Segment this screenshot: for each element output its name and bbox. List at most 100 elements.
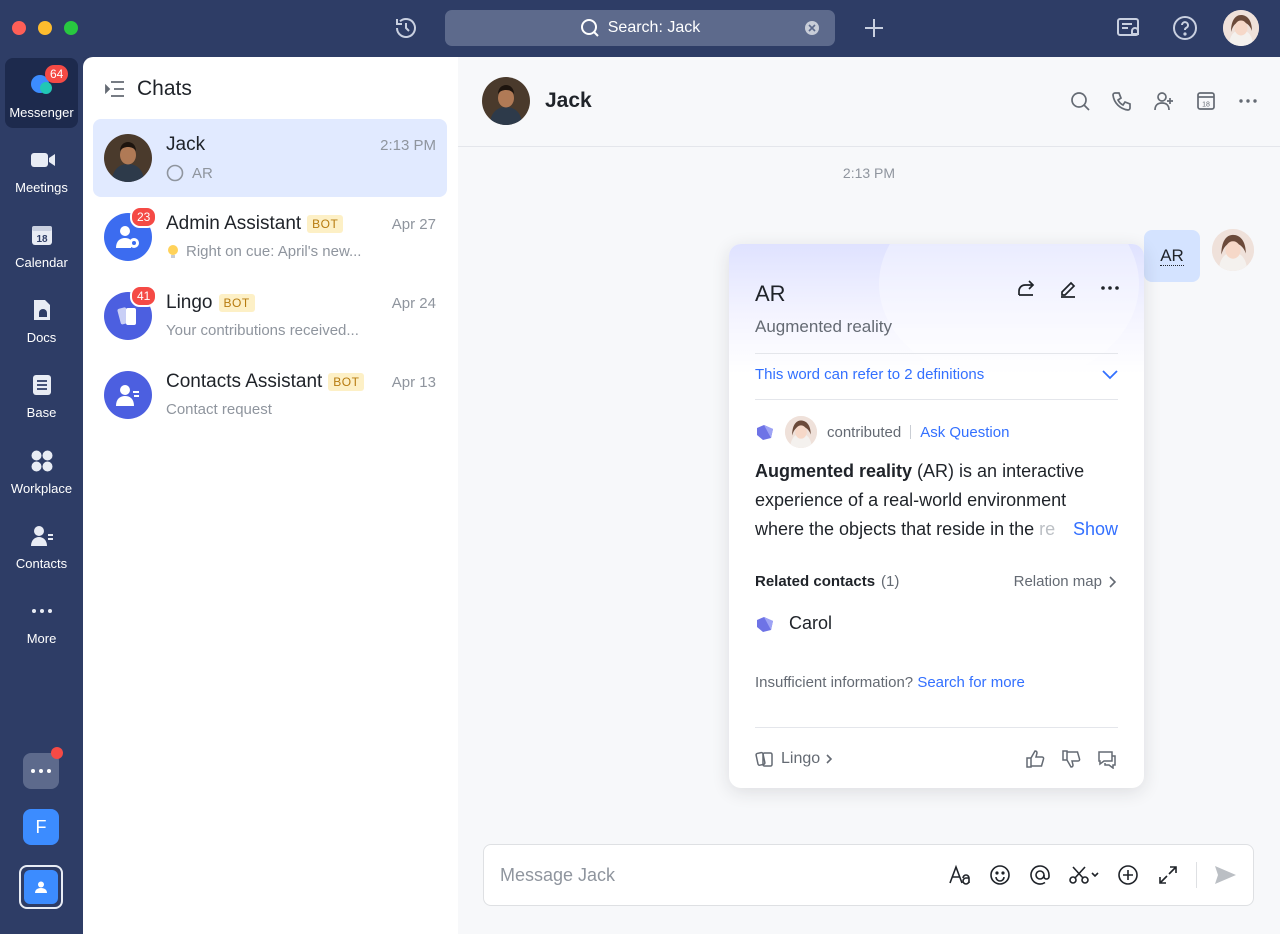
bot-tag: BOT <box>307 215 344 233</box>
message-composer[interactable]: Message Jack <box>483 844 1254 906</box>
rail-item-docs[interactable]: Docs <box>5 283 78 353</box>
rail-item-base[interactable]: Base <box>5 358 78 428</box>
share-icon[interactable] <box>1014 276 1038 300</box>
app-sidebar: 64 Messenger Meetings 18 Calendar Docs B… <box>0 57 83 934</box>
avatar <box>104 134 152 182</box>
message-input-placeholder[interactable]: Message Jack <box>500 865 615 886</box>
more-apps-button[interactable] <box>23 747 63 789</box>
notifications-inbox-icon[interactable] <box>1114 14 1142 42</box>
thumbs-down-icon[interactable] <box>1060 748 1082 770</box>
card-actions <box>1014 276 1122 300</box>
rail-label: Workplace <box>10 481 73 496</box>
more-options-icon[interactable] <box>1236 89 1260 113</box>
minimize-window-button[interactable] <box>38 21 52 35</box>
help-icon[interactable] <box>1171 14 1199 42</box>
add-member-icon[interactable] <box>1152 89 1176 113</box>
add-attachment-icon[interactable] <box>1116 862 1140 888</box>
send-icon[interactable] <box>1213 862 1237 888</box>
base-table-icon <box>29 372 55 398</box>
definitions-text[interactable]: This word can refer to 2 definitions <box>755 366 984 383</box>
chevron-right-icon[interactable] <box>824 753 834 765</box>
profile-switcher[interactable] <box>19 865 63 909</box>
feedback-actions <box>1024 748 1118 770</box>
chat-time: Apr 24 <box>391 295 436 312</box>
chat-name-text: Admin Assistant <box>166 213 302 234</box>
rail-item-workplace[interactable]: Workplace <box>5 434 78 504</box>
ellipsis-icon <box>31 769 51 773</box>
chevron-down-icon[interactable] <box>1102 369 1118 380</box>
text-format-icon[interactable] <box>948 862 972 888</box>
lingo-definition-card: AR Augmented reality This word can refer… <box>729 244 1144 788</box>
search-more-link[interactable]: Search for more <box>917 674 1025 691</box>
rail-label: Docs <box>26 330 57 345</box>
related-contacts-title: Related contacts (1) <box>755 573 899 590</box>
definitions-toggle[interactable]: This word can refer to 2 definitions <box>755 366 1118 383</box>
workspace-switcher[interactable]: F <box>23 809 59 845</box>
sender-avatar[interactable] <box>1212 229 1254 271</box>
related-count: (1) <box>881 573 900 590</box>
unread-badge: 41 <box>130 285 158 307</box>
search-query: Search: Jack <box>607 19 701 36</box>
relation-map-text[interactable]: Relation map <box>1014 573 1102 590</box>
rail-item-calendar[interactable]: 18 Calendar <box>5 208 78 278</box>
close-window-button[interactable] <box>12 21 26 35</box>
related-contact-item[interactable]: Carol <box>755 613 832 634</box>
show-more-link[interactable]: Show <box>1056 515 1118 544</box>
lingo-source-link[interactable]: Lingo <box>755 750 834 768</box>
user-avatar[interactable] <box>1223 10 1259 46</box>
global-search-bar[interactable]: Search: Jack <box>445 10 835 46</box>
workspace-letter: F <box>35 816 47 837</box>
chat-preview: Your contributions received... <box>166 322 359 339</box>
chat-name-text: Contacts Assistant <box>166 371 323 392</box>
thumbs-up-icon[interactable] <box>1024 748 1046 770</box>
bot-tag: BOT <box>328 373 365 391</box>
messenger-unread-badge: 64 <box>45 65 69 83</box>
divider <box>910 425 912 439</box>
message-text[interactable]: AR <box>1160 246 1184 266</box>
ask-question-link[interactable]: Ask Question <box>920 424 1009 441</box>
chat-item-admin-assistant[interactable]: 23 Admin Assistant BOT Apr 27 Right on cu… <box>93 198 447 276</box>
status-circle-icon <box>166 164 184 182</box>
rail-item-meetings[interactable]: Meetings <box>5 133 78 203</box>
card-term: AR <box>755 281 786 306</box>
relation-map-link[interactable]: Relation map <box>1014 573 1118 590</box>
rail-item-messenger[interactable]: 64 Messenger <box>5 58 78 128</box>
source-label[interactable]: Lingo <box>781 750 820 768</box>
mention-icon[interactable] <box>1028 862 1052 888</box>
chat-item-jack[interactable]: Jack 2:13 PM AR <box>93 119 447 197</box>
contacts-icon <box>29 523 55 549</box>
time-divider: 2:13 PM <box>842 165 896 181</box>
maximize-window-button[interactable] <box>64 21 78 35</box>
chat-item-contacts-assistant[interactable]: Contacts Assistant BOT Apr 13 Contact req… <box>93 356 447 434</box>
person-icon <box>35 881 47 893</box>
chat-list-panel: Chats Jack 2:13 PM AR 23 Admin Assistant… <box>83 57 458 934</box>
chat-item-lingo[interactable]: 41 Lingo BOT Apr 24 Your contributions re… <box>93 277 447 355</box>
scissors-icon[interactable] <box>1068 862 1100 888</box>
chat-name: Admin Assistant BOT <box>166 213 344 235</box>
related-title-text: Related contacts <box>755 573 876 590</box>
more-options-icon[interactable] <box>1098 276 1122 300</box>
unread-badge: 23 <box>130 206 158 228</box>
collapse-list-icon[interactable] <box>105 80 125 98</box>
emoji-icon[interactable] <box>988 862 1012 888</box>
contributor-avatar[interactable] <box>785 416 817 448</box>
expand-icon[interactable] <box>1156 862 1180 888</box>
rail-label: Contacts <box>15 556 68 571</box>
edit-icon[interactable] <box>1056 276 1080 300</box>
call-icon[interactable] <box>1110 89 1134 113</box>
history-icon[interactable] <box>392 14 420 42</box>
clear-search-icon[interactable] <box>805 21 819 35</box>
message-bubble[interactable]: AR <box>1144 230 1200 282</box>
plus-icon[interactable] <box>860 14 888 42</box>
rail-item-more[interactable]: More <box>5 584 78 654</box>
chat-preview-text: Contact request <box>166 401 272 418</box>
calendar-icon[interactable]: 18 <box>1194 89 1218 113</box>
contact-name[interactable]: Carol <box>789 613 832 634</box>
contributor-row: contributed Ask Question <box>755 416 1009 448</box>
search-chat-icon[interactable] <box>1068 89 1092 113</box>
rail-item-contacts[interactable]: Contacts <box>5 509 78 579</box>
chevron-right-icon[interactable] <box>1106 575 1118 589</box>
avatar[interactable] <box>482 77 530 125</box>
comment-icon[interactable] <box>1096 748 1118 770</box>
chat-time: 2:13 PM <box>380 137 436 154</box>
